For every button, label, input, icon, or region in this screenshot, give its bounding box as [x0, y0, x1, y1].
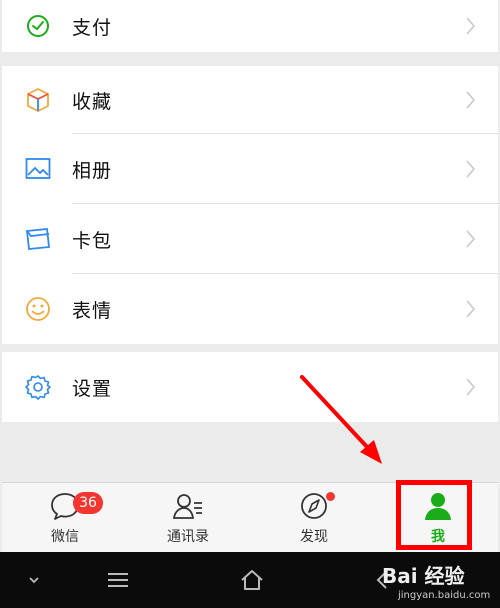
tab-label: 微信	[51, 529, 79, 545]
card-icon	[24, 225, 52, 253]
chevron-down-icon[interactable]	[20, 566, 48, 594]
tab-wechat[interactable]: 36 微信	[15, 483, 115, 553]
wallet-icon	[24, 12, 52, 40]
menu-item-stickers[interactable]: 表情	[2, 274, 498, 344]
chevron-right-icon	[466, 230, 476, 248]
chevron-right-icon	[466, 91, 476, 109]
tab-discover[interactable]: 发现	[264, 483, 364, 553]
photo-icon	[24, 155, 52, 183]
menu-item-pay[interactable]: 支付	[2, 0, 498, 52]
watermark-url: jingyan.baidu.com	[398, 590, 491, 601]
baidu-jingyan-watermark: Bai 经验	[382, 564, 465, 588]
chevron-right-icon	[466, 17, 476, 35]
menu-item-label: 卡包	[72, 229, 113, 252]
menu-icon[interactable]	[104, 566, 132, 594]
gear-icon	[24, 373, 52, 401]
menu-item-label: 支付	[72, 16, 113, 39]
menu-item-label: 收藏	[72, 90, 113, 113]
chevron-right-icon	[466, 300, 476, 318]
tab-label: 发现	[300, 529, 328, 545]
wechat-me-screen: 支付 收藏 相册 卡包 表情 设置 36 微信 通讯录 发现 我 Bai 经验 …	[0, 0, 500, 608]
cube-icon	[24, 86, 52, 114]
menu-item-favorites[interactable]: 收藏	[2, 66, 498, 134]
menu-item-cards[interactable]: 卡包	[2, 204, 498, 274]
menu-item-settings[interactable]: 设置	[2, 352, 498, 422]
menu-item-label: 相册	[72, 159, 113, 182]
chevron-right-icon	[466, 160, 476, 178]
menu-item-label: 表情	[72, 299, 113, 322]
annotation-highlight-box	[396, 480, 472, 550]
smiley-icon	[24, 295, 52, 323]
new-indicator-dot	[326, 492, 335, 501]
menu-item-label: 设置	[72, 377, 113, 400]
unread-badge: 36	[73, 492, 103, 514]
tab-label: 通讯录	[167, 529, 209, 545]
chevron-right-icon	[466, 378, 476, 396]
contacts-icon	[172, 491, 204, 521]
menu-item-album[interactable]: 相册	[2, 134, 498, 204]
home-icon[interactable]	[238, 566, 266, 594]
tab-contacts[interactable]: 通讯录	[138, 483, 238, 553]
